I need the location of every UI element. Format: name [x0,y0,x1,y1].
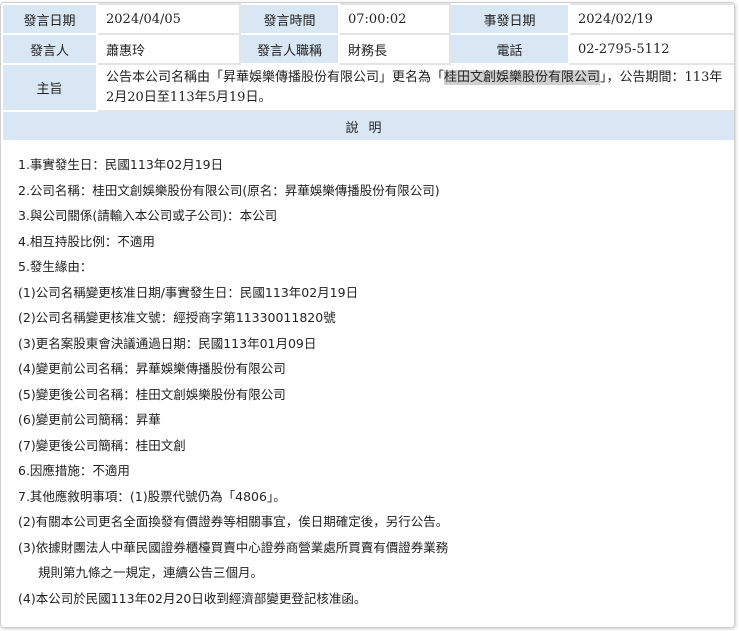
description-line: 3.與公司關係(請輸入本公司或子公司)：本公司 [18,208,278,223]
event-date-label: 事發日期 [449,3,570,35]
speak-time-value: 07:00:02 [338,3,451,35]
description-line: 1.事實發生日：民國113年02月19日 [18,157,224,172]
description-line: 5.發生緣由： [18,259,93,274]
speak-date-value: 2024/04/05 [96,3,241,35]
subject-pre: 公告本公司名稱由「昇華娛樂傳播股份有限公司」更名為「 [106,69,445,85]
speaker-value: 蕭惠玲 [96,33,241,65]
description-line: (3)更名案股東會決議通過日期：民國113年01月09日 [18,335,317,351]
subject-value: 公告本公司名稱由「昇華娛樂傳播股份有限公司」更名為「桂田文創娛樂股份有限公司」，… [96,63,734,112]
phone-label: 電話 [449,33,570,65]
table-row: 發言日期 2024/04/05 發言時間 07:00:02 事發日期 2024/… [1,3,734,35]
speaker-label: 發言人 [1,33,98,65]
speaker-title-value: 財務長 [338,33,451,65]
description-line: (3)依據財團法人中華民國證券櫃檯買賣中心證券商營業處所買賣有價證券業務 [18,539,449,555]
event-date-value: 2024/02/19 [568,3,734,35]
description-line: 規則第九條之一規定，連續公告三個月。 [38,565,264,580]
speaker-title-label: 發言人職稱 [239,33,340,65]
table-row: 主旨 公告本公司名稱由「昇華娛樂傳播股份有限公司」更名為「桂田文創娛樂股份有限公… [1,63,734,112]
description-line: (7)變更後公司簡稱：桂田文創 [18,437,186,453]
announcement-panel: 發言日期 2024/04/05 發言時間 07:00:02 事發日期 2024/… [0,2,735,628]
subject-highlight: 桂田文創娛樂股份有限公司 [444,69,601,85]
table-row: 發言人 蕭惠玲 發言人職稱 財務長 電話 02-2795-5112 [1,33,734,65]
description-line: 2.公司名稱：桂田文創娛樂股份有限公司(原名：昇華娛樂傳播股份有限公司) [18,182,440,198]
description-line: (6)變更前公司簡稱：昇華 [18,412,161,427]
speak-time-label: 發言時間 [239,3,340,35]
description-line: (5)變更後公司名稱：桂田文創娛樂股份有限公司 [18,386,286,402]
description-line: (2)有關本公司更名全面換發有價證券等相關事宜，俟日期確定後，另行公告。 [18,514,449,529]
description-line: 7.其他應敘明事項：(1)股票代號仍為「4806」。 [18,488,286,504]
phone-value: 02-2795-5112 [568,33,734,65]
subject-label: 主旨 [1,63,98,112]
description-line: (4)本公司於民國113年02月20日收到經濟部變更登記核准函。 [18,590,367,606]
speak-date-label: 發言日期 [1,3,98,35]
description-line: (4)變更前公司名稱：昇華娛樂傳播股份有限公司 [18,361,286,376]
description-body: 1.事實發生日：民國113年02月19日 2.公司名稱：桂田文創娛樂股份有限公司(… [1,142,734,611]
table-row: 說明 [1,110,734,142]
description-header: 說明 [1,110,734,142]
description-line: (1)公司名稱變更核准日期/事實發生日：民國113年02月19日 [18,284,359,300]
description-line: (2)公司名稱變更核准文號：經授商字第11330011820號 [18,310,336,325]
description-line: 6.因應措施：不適用 [18,463,130,478]
announcement-table: 發言日期 2024/04/05 發言時間 07:00:02 事發日期 2024/… [1,3,734,142]
description-line: 4.相互持股比例：不適用 [18,233,155,249]
